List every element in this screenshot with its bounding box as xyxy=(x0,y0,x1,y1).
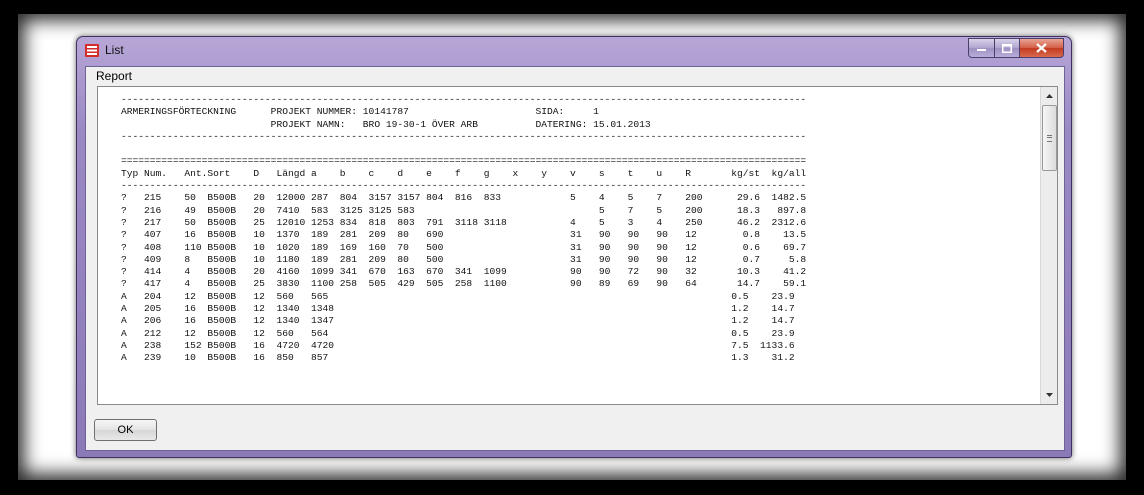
scroll-down-arrow-icon xyxy=(1045,393,1053,397)
ok-button[interactable]: OK xyxy=(94,419,157,441)
report-line: ? 215 50 B500B 20 12000 287 804 3157 315… xyxy=(121,192,807,204)
scrollbar-thumb[interactable] xyxy=(1042,105,1057,171)
report-line: ? 409 8 B500B 10 1180 189 281 209 80 500… xyxy=(121,253,807,265)
report-panel[interactable]: ----------------------------------------… xyxy=(97,86,1058,405)
scroll-up-button[interactable] xyxy=(1041,88,1057,104)
maximize-button[interactable] xyxy=(995,38,1020,58)
report-line: ? 414 4 B500B 20 4160 1099 341 670 163 6… xyxy=(121,266,807,278)
report-line: A 238 152 B500B 16 4720 4720 7.5 1133.6 xyxy=(121,339,795,351)
list-window: List Report ----------------------------… xyxy=(76,36,1072,458)
vertical-scrollbar[interactable] xyxy=(1040,87,1057,404)
report-line: ? 407 16 B500B 10 1370 189 281 209 80 69… xyxy=(121,229,807,241)
maximize-icon xyxy=(1002,43,1012,53)
report-line: ----------------------------------------… xyxy=(121,130,807,142)
report-line: Typ Num. Ant.Sort D Längd a b c d e f g … xyxy=(121,167,807,179)
report-line: ========================================… xyxy=(121,155,807,167)
scroll-down-button[interactable] xyxy=(1041,387,1057,403)
report-line: ? 217 50 B500B 25 12010 1253 834 818 803… xyxy=(121,216,807,228)
report-line: ? 408 110 B500B 10 1020 189 169 160 70 5… xyxy=(121,241,807,253)
report-line: A 212 12 B500B 12 560 564 0.5 23.9 xyxy=(121,327,795,339)
close-icon xyxy=(1036,43,1047,53)
menu-report[interactable]: Report xyxy=(96,69,132,83)
report-line: ARMERINGSFÖRTECKNING PROJEKT NUMMER: 101… xyxy=(121,106,599,118)
scroll-up-arrow-icon xyxy=(1045,94,1053,98)
window-client-area: Report ---------------------------------… xyxy=(85,66,1065,451)
minimize-icon xyxy=(977,49,986,51)
window-title: List xyxy=(105,43,124,57)
report-line: ----------------------------------------… xyxy=(121,180,807,192)
list-app-icon xyxy=(85,44,99,57)
report-line: ? 216 49 B500B 20 7410 583 3125 3125 583… xyxy=(121,204,807,216)
report-line: A 205 16 B500B 12 1340 1348 1.2 14.7 xyxy=(121,303,795,315)
report-line: A 206 16 B500B 12 1340 1347 1.2 14.7 xyxy=(121,315,795,327)
report-line: A 239 10 B500B 16 850 857 1.3 31.2 xyxy=(121,352,795,364)
report-line: PROJEKT NAMN: BRO 19-30-1 ÖVER ARB DATER… xyxy=(121,118,651,130)
minimize-button[interactable] xyxy=(968,38,995,58)
report-line: A 204 12 B500B 12 560 565 0.5 23.9 xyxy=(121,290,795,302)
report-line: ? 417 4 B500B 25 3830 1100 258 505 429 5… xyxy=(121,278,807,290)
report-line: ----------------------------------------… xyxy=(121,94,807,105)
title-bar[interactable]: List xyxy=(77,37,1071,65)
report-text: ----------------------------------------… xyxy=(121,94,806,365)
thumb-grip xyxy=(1047,135,1052,142)
close-button[interactable] xyxy=(1020,38,1064,58)
menu-bar: Report xyxy=(86,67,1064,85)
window-controls xyxy=(968,38,1064,58)
